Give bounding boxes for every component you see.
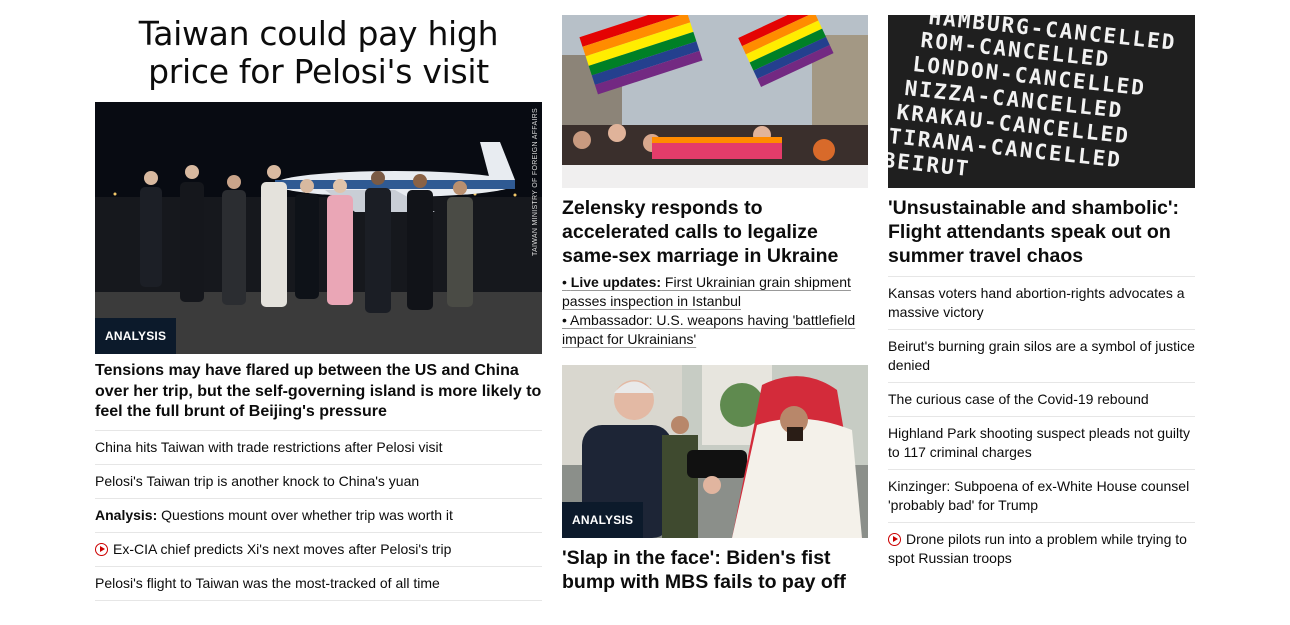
list-item[interactable]: Drone pilots run into a problem while tr…: [888, 522, 1195, 575]
list-item-text: Ex-CIA chief predicts Xi's next moves af…: [113, 540, 452, 557]
list-item-text: Beirut's burning grain silos are a symbo…: [888, 338, 1195, 373]
main-headline-line1: Taiwan could pay high: [138, 14, 499, 53]
list-item-text: Pelosi's flight to Taiwan was the most-t…: [95, 574, 440, 591]
list-item[interactable]: Kansas voters hand abortion-rights advoc…: [888, 276, 1195, 329]
list-item[interactable]: Pelosi's flight to Taiwan was the most-t…: [95, 565, 542, 601]
analysis-badge: ANALYSIS: [95, 318, 177, 354]
list-item-text: The curious case of the Covid-19 rebound: [888, 391, 1149, 407]
list-item[interactable]: The curious case of the Covid-19 rebound: [888, 382, 1195, 416]
main-headline[interactable]: Taiwan could pay high price for Pelosi's…: [95, 15, 542, 91]
hero-image[interactable]: TAIWAN MINISTRY OF FOREIGN AFFAIRS ANALY…: [95, 102, 542, 354]
main-headline-text: Taiwan could pay high price for Pelosi's…: [95, 15, 542, 91]
play-circle-icon: [95, 542, 108, 556]
departure-board-image[interactable]: HAMBURG-CANCELLED ROM-CANCELLED LONDON-C…: [888, 15, 1195, 188]
hero-photo-illustration: [95, 102, 542, 354]
list-item-text: Drone pilots run into a problem while tr…: [888, 531, 1187, 566]
main-story-column: Taiwan could pay high price for Pelosi's…: [95, 0, 542, 601]
bullet-icon: •: [562, 312, 567, 328]
list-item[interactable]: Kinzinger: Subpoena of ex-White House co…: [888, 469, 1195, 522]
pride-photo-illustration: [562, 15, 868, 188]
flight-attendants-headline[interactable]: 'Unsustainable and shambolic': Flight at…: [888, 196, 1195, 268]
bullet-icon: •: [562, 274, 567, 290]
list-item-text: Highland Park shooting suspect pleads no…: [888, 425, 1190, 460]
more-stories-list: Kansas voters hand abortion-rights advoc…: [888, 276, 1195, 575]
fist-bump-headline-text: 'Slap in the face': Biden's fist bump wi…: [562, 547, 846, 593]
list-item[interactable]: Highland Park shooting suspect pleads no…: [888, 416, 1195, 469]
photo-credit: TAIWAN MINISTRY OF FOREIGN AFFAIRS: [532, 108, 539, 257]
fist-bump-image[interactable]: ANALYSIS: [562, 365, 868, 538]
play-circle-icon: [888, 533, 901, 546]
pride-march-image[interactable]: [562, 15, 868, 188]
zelensky-headline-text: Zelensky responds to accelerated calls t…: [562, 197, 839, 267]
live-updates-link[interactable]: • Live updates: First Ukrainian grain sh…: [562, 273, 868, 311]
analysis-badge: ANALYSIS: [562, 502, 644, 538]
ambassador-link[interactable]: • Ambassador: U.S. weapons having 'battl…: [562, 311, 868, 349]
flight-attendants-headline-text: 'Unsustainable and shambolic': Flight at…: [888, 197, 1179, 267]
ambassador-text: Ambassador: U.S. weapons having 'battlef…: [562, 312, 856, 347]
lead-story-link[interactable]: Tensions may have flared up between the …: [95, 361, 542, 430]
zelensky-headline[interactable]: Zelensky responds to accelerated calls t…: [562, 196, 868, 268]
fist-bump-headline[interactable]: 'Slap in the face': Biden's fist bump wi…: [562, 546, 868, 594]
lead-summary: Tensions may have flared up between the …: [95, 362, 542, 420]
list-item-prefix: Analysis:: [95, 506, 158, 523]
live-bullets: • Live updates: First Ukrainian grain sh…: [562, 273, 868, 349]
secondary-column: Zelensky responds to accelerated calls t…: [562, 0, 868, 594]
live-updates-label: Live updates:: [570, 274, 662, 290]
departure-board: HAMBURG-CANCELLED ROM-CANCELLED LONDON-C…: [888, 15, 1195, 188]
list-item[interactable]: Analysis: Questions mount over whether t…: [95, 497, 542, 532]
main-headline-line2: price for Pelosi's visit: [148, 52, 489, 91]
tertiary-column: HAMBURG-CANCELLED ROM-CANCELLED LONDON-C…: [888, 0, 1195, 575]
list-item-text: Kinzinger: Subpoena of ex-White House co…: [888, 478, 1190, 513]
list-item-text: Pelosi's Taiwan trip is another knock to…: [95, 472, 420, 489]
related-list: China hits Taiwan with trade restriction…: [95, 429, 542, 601]
list-item[interactable]: Ex-CIA chief predicts Xi's next moves af…: [95, 531, 542, 566]
list-item-text: Questions mount over whether trip was wo…: [157, 506, 453, 523]
list-item-text: Kansas voters hand abortion-rights advoc…: [888, 285, 1185, 320]
list-item[interactable]: Beirut's burning grain silos are a symbo…: [888, 329, 1195, 382]
list-item[interactable]: China hits Taiwan with trade restriction…: [95, 429, 542, 464]
list-item-text: China hits Taiwan with trade restriction…: [95, 438, 443, 455]
list-item[interactable]: Pelosi's Taiwan trip is another knock to…: [95, 463, 542, 498]
